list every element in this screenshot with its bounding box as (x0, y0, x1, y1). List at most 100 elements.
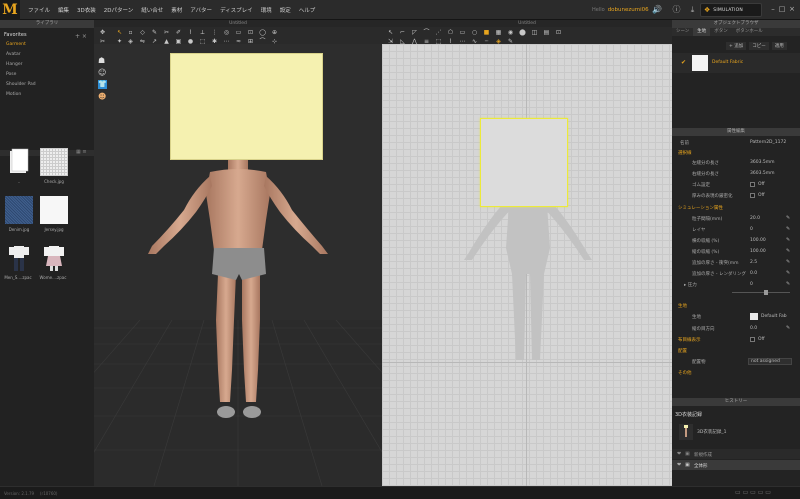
rubber-checkbox[interactable] (750, 182, 755, 187)
edit-avatar-icon[interactable]: ⊞ (247, 38, 254, 45)
history-entry[interactable]: ❤ ▣ 新規作成 (672, 449, 800, 459)
tape-icon[interactable]: ▭ (235, 29, 242, 36)
favorite-avatar[interactable]: Avatar (0, 50, 94, 60)
tab-buttonhole[interactable]: ボタンホール (732, 28, 767, 36)
segment-sew-icon[interactable]: ▦ (495, 29, 502, 36)
fabric-dropdown[interactable]: Default Fab (761, 314, 787, 319)
pressure-slider-handle[interactable] (764, 290, 768, 295)
transform-icon[interactable]: ▫ (127, 29, 134, 36)
menu-materials[interactable]: 素材 (167, 6, 186, 14)
lasso-icon[interactable]: ◯ (259, 29, 266, 36)
history-entry[interactable]: ❤ ▣ 全体形 (672, 460, 800, 470)
arrow-icon[interactable]: ↗ (151, 38, 158, 45)
graphic-icon[interactable]: ✱ (211, 38, 218, 45)
measure-icon[interactable]: ⟂ (199, 29, 206, 36)
simulation-button[interactable]: ❖ SIMULATION (700, 3, 762, 17)
tab-button[interactable]: ボタン (710, 28, 732, 36)
edit-icon[interactable]: ✎ (786, 325, 790, 331)
copy-fabric-button[interactable]: コピー (749, 42, 769, 50)
menu-help[interactable]: ヘルプ (295, 6, 320, 14)
close-icon[interactable]: × (788, 5, 796, 14)
shape-icon[interactable]: ▲ (163, 38, 170, 45)
arrange-icon[interactable]: ⊕ (271, 29, 278, 36)
favorite-shoulder-pad[interactable]: Shoulder Pad (0, 80, 94, 90)
show-garment-icon[interactable]: 👕 (98, 80, 107, 89)
edit-icon[interactable]: ✎ (786, 237, 790, 243)
edit-point-icon[interactable]: ⌐ (399, 29, 406, 36)
view-mode-icon[interactable]: ▦ ≡ (76, 149, 87, 155)
menu-avatar[interactable]: アバター (186, 6, 216, 14)
curve-point-icon[interactable]: ⌒ (423, 29, 430, 36)
button-icon[interactable]: ◎ (223, 29, 230, 36)
menu-sewing[interactable]: 縫い合せ (137, 6, 167, 14)
speaker-icon[interactable]: 🔊 (652, 5, 662, 14)
menu-settings[interactable]: 設定 (276, 6, 295, 14)
snapshot-item[interactable]: 3D衣装記録_1 (675, 422, 797, 442)
history-eye-icon[interactable]: ❤ (677, 451, 681, 457)
section-arrangement[interactable]: 配置 (678, 348, 687, 354)
avatar-measure-icon[interactable]: ⊡ (247, 29, 254, 36)
prop-value[interactable]: 2.5 (750, 260, 757, 265)
prop-value[interactable]: 0 (750, 282, 753, 287)
prop-value[interactable]: 20.0 (750, 216, 760, 221)
menu-file[interactable]: ファイル (24, 6, 54, 14)
viewport-3d[interactable]: Untitled ✥ ↖ ▫ ◇ ✎ ✂ ✐ ⌇ ⟂ ⋮ ◎ ▭ ⊡ ◯ ⊕ ✂… (94, 20, 382, 486)
edit-icon[interactable]: ✎ (786, 226, 790, 232)
section-simulation[interactable]: シミュレーション属性 (678, 205, 723, 211)
favorite-pose[interactable]: Pose (0, 70, 94, 80)
grid-icon[interactable]: ▤ (543, 29, 550, 36)
transform-gizmo-icon[interactable]: ⊹ (271, 38, 278, 45)
menu-display[interactable]: ディスプレイ (216, 6, 257, 14)
fold-icon[interactable]: ◇ (139, 29, 146, 36)
internal-shape-icon[interactable]: ◫ (531, 29, 538, 36)
sew-icon[interactable]: ✦ (116, 38, 123, 45)
notch-icon[interactable]: ⊡ (555, 29, 562, 36)
edit-pattern-icon[interactable]: ↖ (387, 29, 394, 36)
favorite-hanger[interactable]: Hanger (0, 60, 94, 70)
username[interactable]: dobunezumi06 (608, 7, 649, 13)
edit-icon[interactable]: ✎ (786, 270, 790, 276)
pressure-slider[interactable] (732, 290, 790, 295)
grain-show-checkbox[interactable] (750, 337, 755, 342)
fabric-list-item[interactable]: ✔ Default Fabric (672, 53, 800, 73)
minimize-icon[interactable]: – (769, 5, 777, 14)
section-other[interactable]: その他 (678, 370, 692, 376)
section-fabric[interactable]: 生地 (678, 303, 687, 309)
avatar-pose-icon[interactable]: ☗ (98, 56, 107, 65)
prop-value[interactable]: 100.00 (750, 238, 766, 243)
mirror-icon[interactable]: ⇋ (139, 38, 146, 45)
edit-icon[interactable]: ✎ (786, 215, 790, 221)
menu-environment[interactable]: 環境 (257, 6, 276, 14)
denim-fabric-thumb[interactable] (5, 196, 33, 224)
rectangle-icon[interactable]: ▭ (459, 29, 466, 36)
brush-icon[interactable]: ✐ (175, 29, 182, 36)
arrangement-dropdown[interactable]: not assigned (748, 358, 792, 365)
free-sew-icon[interactable]: ◉ (507, 29, 514, 36)
layout-icons[interactable]: ▭ ▭ ▭ ▭ ▭ (735, 489, 771, 496)
men-garment-thumb[interactable] (5, 244, 33, 272)
check-fabric-thumb[interactable] (40, 148, 68, 176)
texture-2d-icon[interactable]: ■ (483, 29, 490, 36)
add-point-icon[interactable]: ⋰ (435, 29, 442, 36)
bucket-icon[interactable]: ● (187, 38, 194, 45)
folder-up-thumb[interactable] (8, 148, 30, 176)
steam-icon[interactable]: ⌇ (187, 29, 194, 36)
edit-icon[interactable]: ✎ (786, 248, 790, 254)
menu-edit[interactable]: 編集 (54, 6, 73, 14)
polygon-icon[interactable]: ⬠ (447, 29, 454, 36)
hanger-icon[interactable]: ⌒ (259, 38, 266, 45)
apply-fabric-button[interactable]: 適用 (771, 42, 787, 50)
edit-curve-icon[interactable]: ◸ (411, 29, 418, 36)
download-icon[interactable]: ⤓ (688, 5, 697, 14)
info-icon[interactable]: ⓘ (672, 5, 681, 14)
maximize-icon[interactable]: □ (778, 5, 786, 14)
jersey-fabric-thumb[interactable] (40, 196, 68, 224)
topstitch-icon[interactable]: ⋯ (223, 38, 230, 45)
circle-icon[interactable]: ○ (471, 29, 478, 36)
edit-icon[interactable]: ✎ (786, 281, 790, 287)
cut-icon[interactable]: ✂ (99, 38, 106, 45)
check-sew-icon[interactable]: ⬤ (519, 29, 526, 36)
women-garment-thumb[interactable] (40, 244, 68, 272)
pattern-2d-selected[interactable] (480, 118, 568, 207)
select-mesh-icon[interactable]: ↖ (116, 29, 123, 36)
